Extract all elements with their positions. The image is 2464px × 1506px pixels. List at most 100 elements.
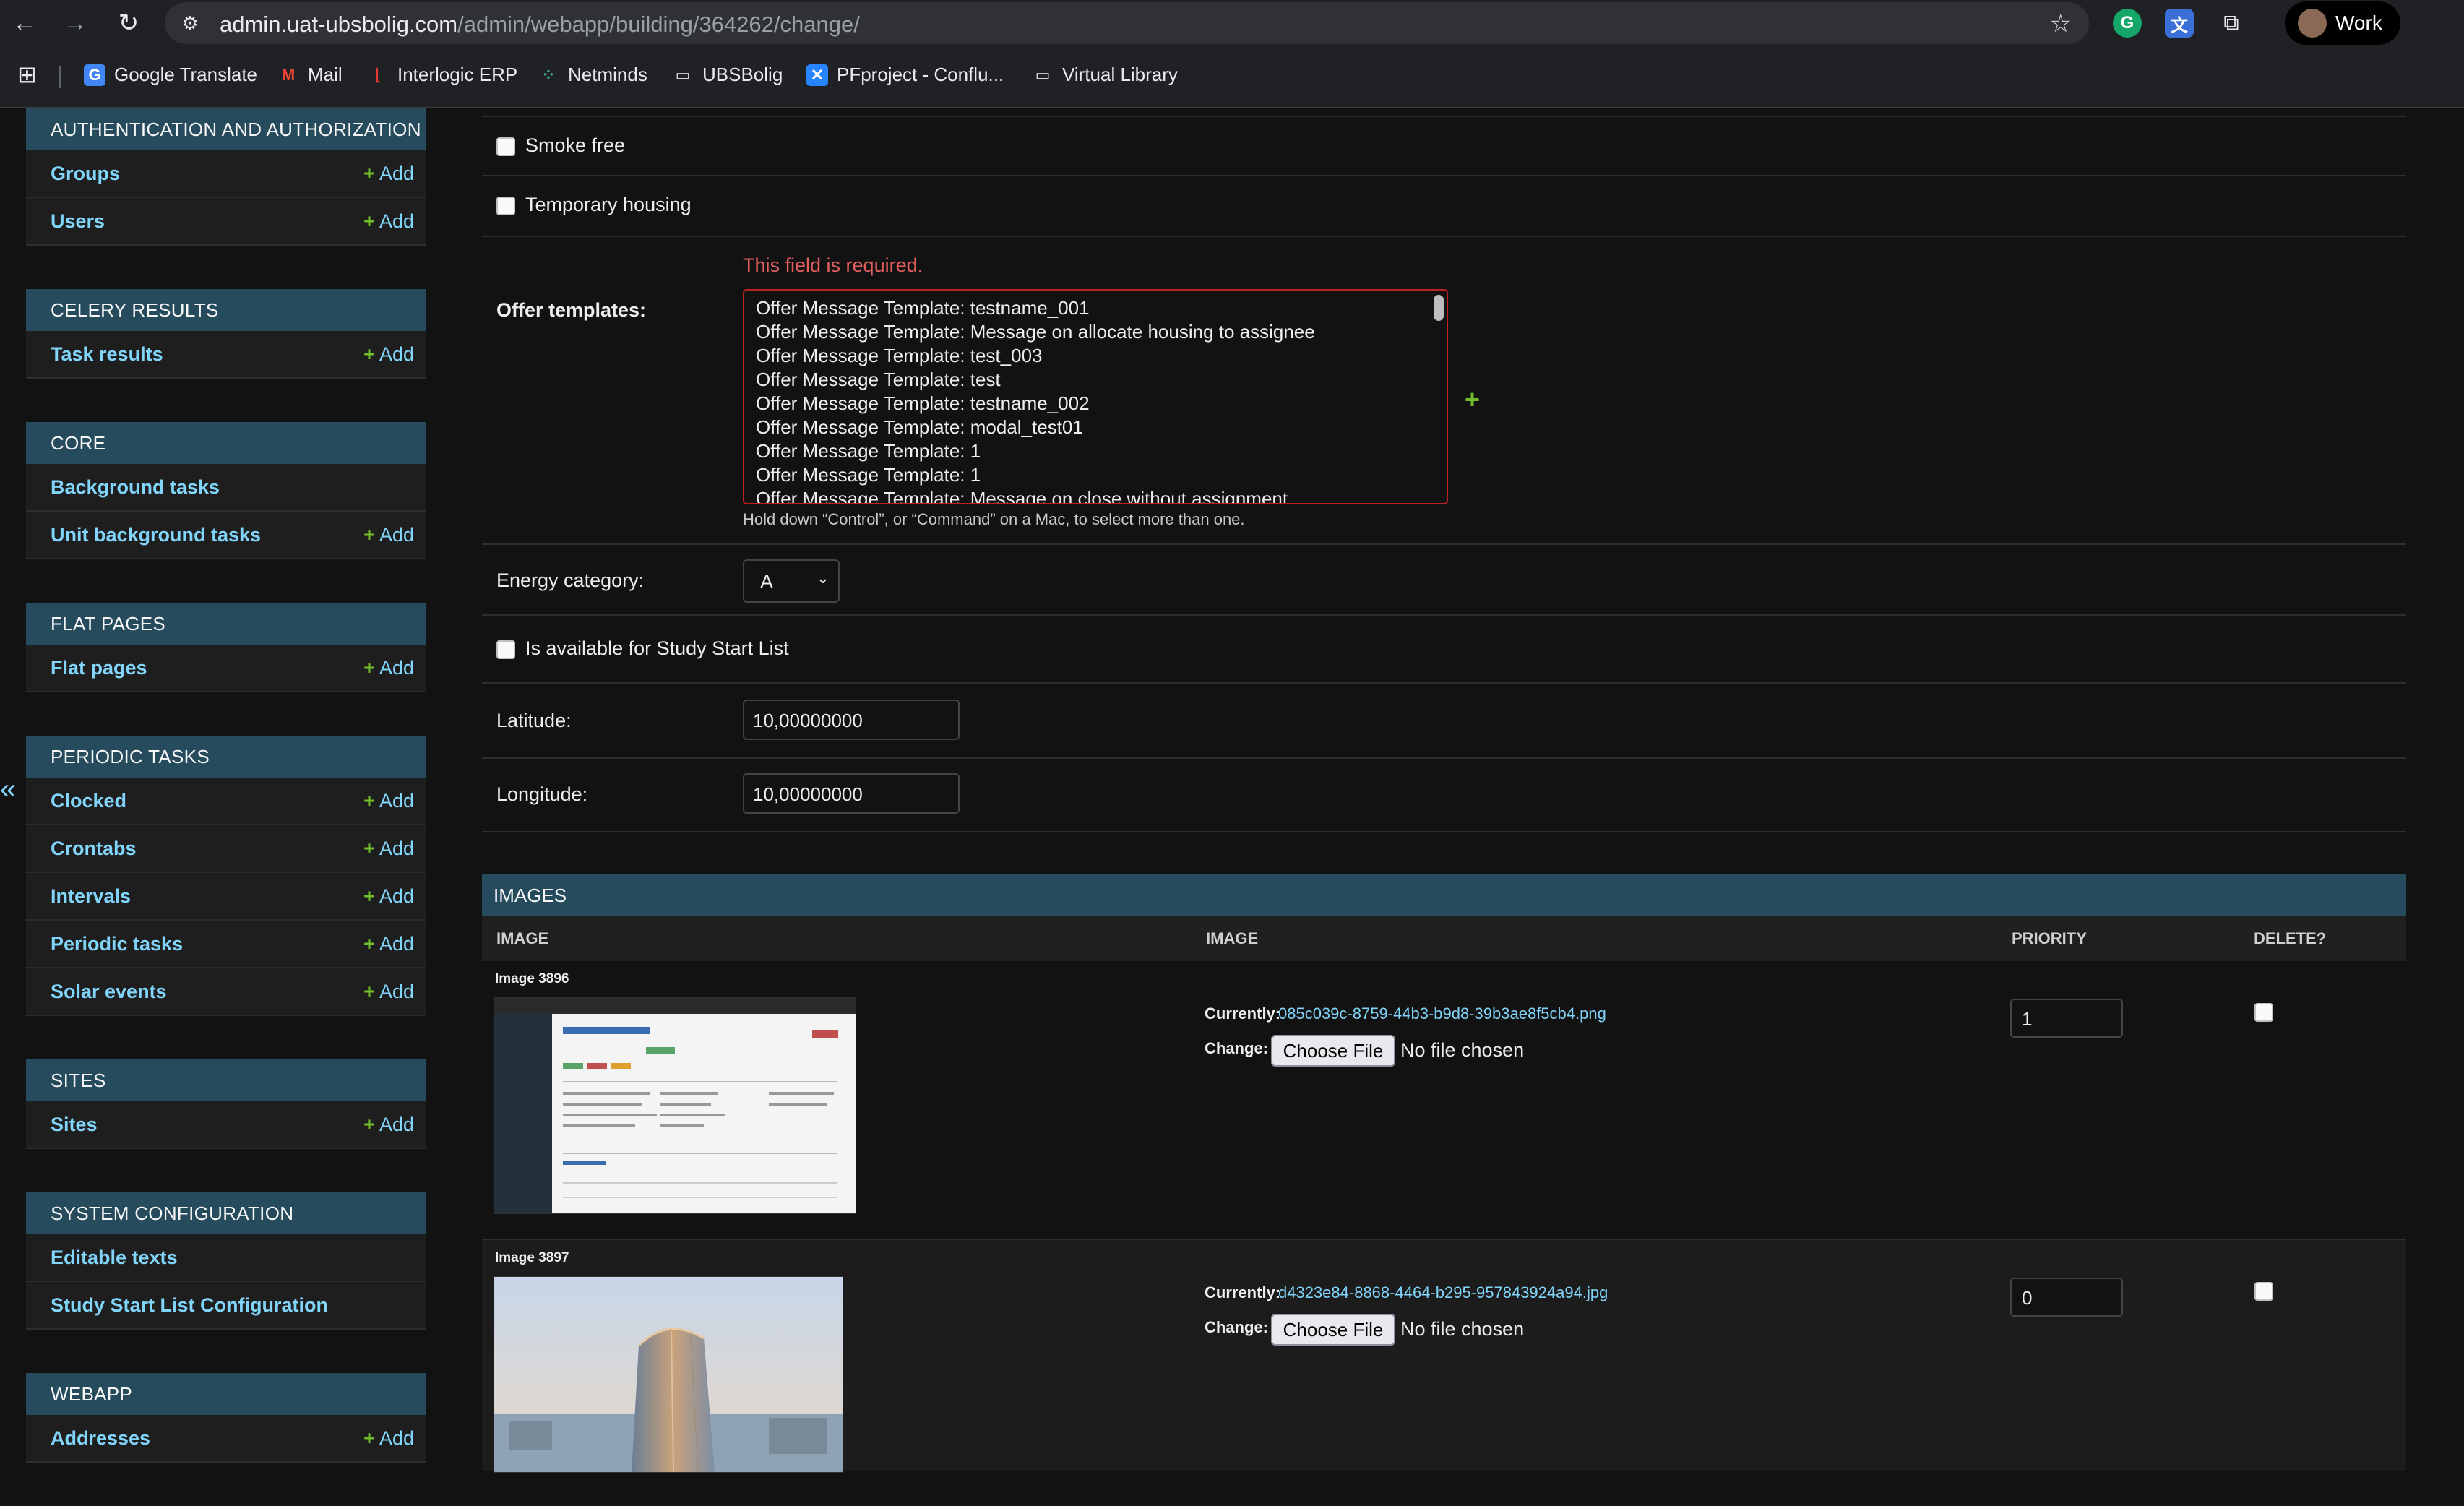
- module-caption[interactable]: Periodic Tasks: [26, 736, 426, 778]
- add-button[interactable]: + Add: [363, 343, 414, 366]
- model-link[interactable]: Crontabs: [51, 838, 137, 860]
- priority-input[interactable]: 0: [2010, 1278, 2123, 1317]
- module-celery-results: Celery Results Task results + Add: [26, 289, 426, 379]
- apps-grid-icon[interactable]: ⊞: [17, 61, 37, 88]
- module-caption[interactable]: Flat Pages: [26, 603, 426, 645]
- temporary-housing-checkbox[interactable]: [496, 196, 515, 215]
- current-file-link[interactable]: d4323e84-8868-4464-b295-957843924a94.jpg: [1278, 1283, 1608, 1302]
- model-link[interactable]: Study Start List Configuration: [51, 1294, 328, 1317]
- site-settings-icon[interactable]: ⚙: [178, 11, 202, 35]
- select-option[interactable]: Offer Message Template: Message on close…: [744, 487, 1447, 503]
- bookmark-star-icon[interactable]: ☆: [2050, 9, 2072, 38]
- model-link[interactable]: Groups: [51, 163, 120, 185]
- bookmark-ubsbolig[interactable]: ▭ UBSBolig: [672, 64, 783, 86]
- reload-icon[interactable]: ↻: [111, 6, 146, 40]
- bookmark-virtual-library[interactable]: ▭ Virtual Library: [1032, 64, 1178, 86]
- priority-input[interactable]: 1: [2010, 999, 2123, 1038]
- bookmark-google-translate[interactable]: G Google Translate: [84, 64, 257, 86]
- bookmark-pfproject[interactable]: ✕ PFproject - Conflu...: [806, 64, 1004, 86]
- add-related-plus-icon[interactable]: +: [1465, 384, 1480, 415]
- interlogic-icon: ⌊: [374, 65, 382, 84]
- image-thumbnail[interactable]: [494, 1276, 843, 1473]
- select-option[interactable]: Offer Message Template: 1: [744, 439, 1447, 463]
- module-caption[interactable]: Core: [26, 422, 426, 464]
- module-caption[interactable]: System Configuration: [26, 1192, 426, 1234]
- add-button[interactable]: + Add: [363, 885, 414, 908]
- netminds-icon: ⁘: [541, 65, 556, 84]
- current-file-link[interactable]: 085c039c-8759-44b3-b9d8-39b3ae8f5cb4.png: [1278, 1004, 1606, 1023]
- select-option[interactable]: Offer Message Template: modal_test01: [744, 416, 1447, 439]
- forward-arrow-icon[interactable]: →: [58, 6, 92, 40]
- select-option[interactable]: Offer Message Template: testname_001: [744, 296, 1447, 320]
- add-button[interactable]: + Add: [363, 1427, 414, 1450]
- longitude-input[interactable]: 10,00000000: [743, 773, 960, 814]
- add-button[interactable]: + Add: [363, 790, 414, 812]
- add-button[interactable]: + Add: [363, 1114, 414, 1136]
- toggle-nav-sidebar[interactable]: «: [0, 773, 16, 806]
- model-link[interactable]: Users: [51, 210, 105, 233]
- model-link[interactable]: Solar events: [51, 981, 167, 1003]
- profile-button[interactable]: Work: [2285, 1, 2400, 45]
- bookmark-netminds[interactable]: ⁘ Netminds: [538, 64, 647, 86]
- add-button[interactable]: + Add: [363, 657, 414, 679]
- select-option[interactable]: Offer Message Template: 1: [744, 463, 1447, 487]
- offer-templates-multiselect[interactable]: Offer Message Template: testname_001 Off…: [743, 289, 1448, 504]
- model-link[interactable]: Intervals: [51, 885, 131, 908]
- model-link[interactable]: Background tasks: [51, 476, 220, 499]
- add-button[interactable]: + Add: [363, 524, 414, 546]
- sidebar-item-clocked: Clocked + Add: [26, 778, 426, 825]
- choose-file-button[interactable]: Choose File: [1271, 1314, 1395, 1346]
- table-row: Image 3897 Currently: d4323e84-8868-4464…: [482, 1240, 2406, 1473]
- add-label: Add: [379, 981, 414, 1002]
- latitude-label: Latitude:: [496, 710, 572, 731]
- back-arrow-icon[interactable]: ←: [7, 6, 42, 40]
- model-link[interactable]: Editable texts: [51, 1247, 178, 1269]
- choose-file-button[interactable]: Choose File: [1271, 1035, 1395, 1067]
- latitude-input[interactable]: 10,00000000: [743, 700, 960, 740]
- delete-checkbox[interactable]: [2254, 1003, 2273, 1022]
- bookmark-interlogic-erp[interactable]: ⌊ Interlogic ERP: [367, 64, 517, 86]
- model-link[interactable]: Flat pages: [51, 657, 147, 679]
- smoke-free-checkbox[interactable]: [496, 137, 515, 156]
- study-start-field[interactable]: Is available for Study Start List: [496, 637, 789, 660]
- energy-category-label: Energy category:: [496, 569, 645, 591]
- inline-caption[interactable]: IMAGES: [482, 874, 2406, 916]
- translate-extension-icon[interactable]: 文: [2165, 9, 2194, 38]
- scrollbar-thumb[interactable]: [1434, 295, 1444, 321]
- add-button[interactable]: + Add: [363, 981, 414, 1003]
- image-thumbnail[interactable]: [494, 997, 856, 1214]
- select-option[interactable]: Offer Message Template: testname_002: [744, 392, 1447, 416]
- table-row: Image 3896 Currently: 085c039c-8759-44b3…: [482, 961, 2406, 1240]
- grammarly-extension-icon[interactable]: G: [2113, 9, 2142, 38]
- select-option[interactable]: Offer Message Template: test_003: [744, 344, 1447, 368]
- add-button[interactable]: + Add: [363, 210, 414, 233]
- extensions-puzzle-icon[interactable]: ⧉: [2217, 9, 2246, 38]
- add-button[interactable]: + Add: [363, 838, 414, 860]
- browser-toolbar: ← → ↻ ⚙ admin.uat-ubsbolig.com/admin/web…: [0, 0, 2464, 46]
- add-button[interactable]: + Add: [363, 933, 414, 955]
- model-link[interactable]: Task results: [51, 343, 163, 366]
- column-header: IMAGE: [1206, 929, 1259, 947]
- model-link[interactable]: Unit background tasks: [51, 524, 261, 546]
- smoke-free-field[interactable]: Smoke free: [496, 134, 625, 157]
- add-icon: +: [363, 657, 375, 679]
- select-option[interactable]: Offer Message Template: test: [744, 368, 1447, 392]
- module-caption[interactable]: Authentication and Authorization: [26, 108, 426, 150]
- temporary-housing-field[interactable]: Temporary housing: [496, 194, 692, 216]
- delete-checkbox[interactable]: [2254, 1282, 2273, 1301]
- model-link[interactable]: Addresses: [51, 1427, 150, 1450]
- url-text[interactable]: admin.uat-ubsbolig.com/admin/webapp/buil…: [220, 12, 860, 38]
- module-caption[interactable]: Sites: [26, 1059, 426, 1101]
- model-link[interactable]: Clocked: [51, 790, 126, 812]
- model-link[interactable]: Sites: [51, 1114, 98, 1136]
- add-label: Add: [379, 838, 414, 859]
- bookmark-mail[interactable]: M Mail: [277, 64, 343, 86]
- module-caption[interactable]: Webapp: [26, 1373, 426, 1415]
- address-bar[interactable]: ⚙ admin.uat-ubsbolig.com/admin/webapp/bu…: [165, 2, 2089, 44]
- model-link[interactable]: Periodic tasks: [51, 933, 183, 955]
- module-caption[interactable]: Celery Results: [26, 289, 426, 331]
- study-start-checkbox[interactable]: [496, 640, 515, 659]
- add-button[interactable]: + Add: [363, 163, 414, 185]
- energy-category-select[interactable]: A ⌄: [743, 559, 840, 603]
- select-option[interactable]: Offer Message Template: Message on alloc…: [744, 320, 1447, 344]
